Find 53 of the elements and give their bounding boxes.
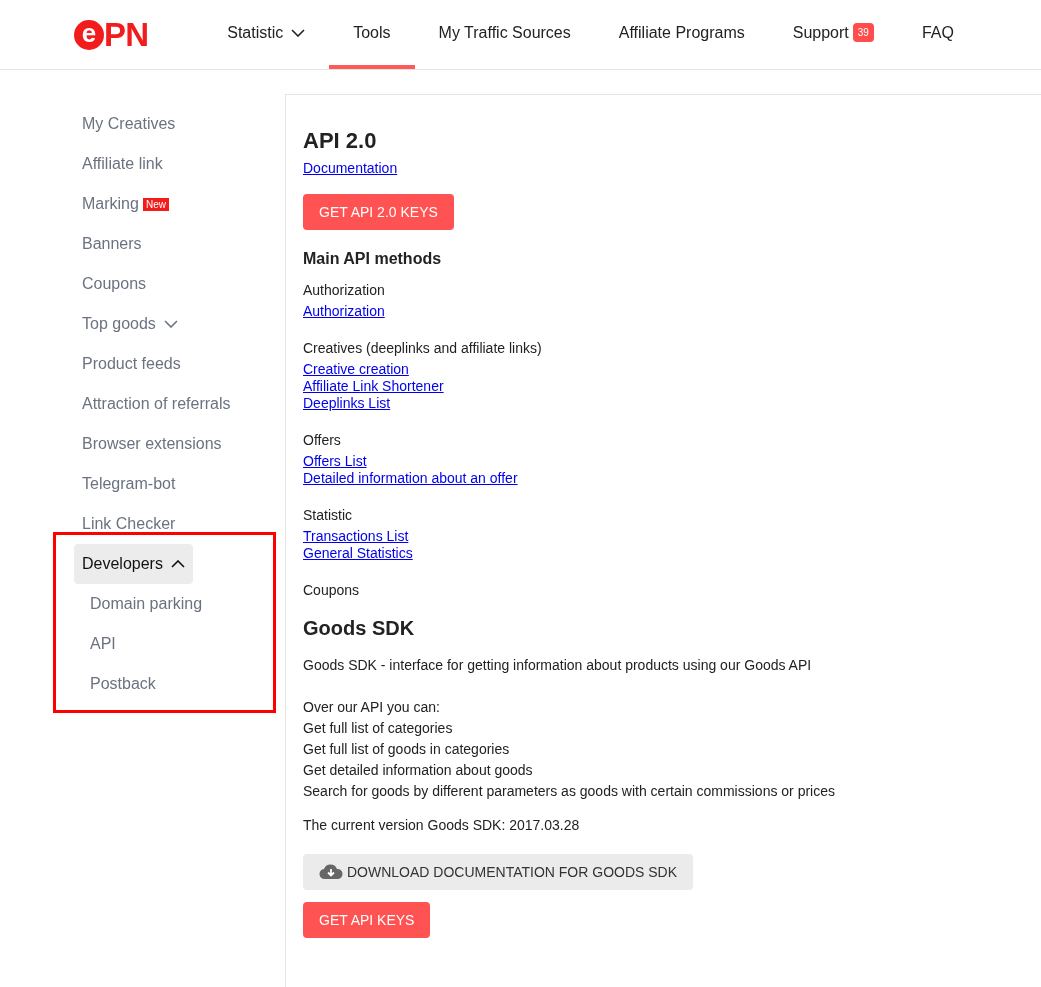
sidebar-item[interactable]: Top goods [74, 304, 186, 344]
nav-tab[interactable]: Tools [329, 0, 415, 69]
method-group-title: Statistic [303, 506, 353, 524]
sidebar-item[interactable]: Telegram-bot [74, 464, 184, 504]
chevron-up-icon [170, 560, 185, 568]
sidebar-item[interactable]: Browser extensions [74, 424, 230, 464]
download-button[interactable]: DOWNLOAD DOCUMENTATION FOR GOODS SDK [303, 854, 694, 890]
feature-line: Over our API you can: [303, 698, 441, 717]
logo[interactable]: e PN [74, 0, 149, 69]
cloud-download-icon [319, 864, 343, 880]
section-title: API 2.0 [303, 127, 378, 155]
count-badge: 39 [852, 23, 874, 42]
sidebar-item[interactable]: My Creatives [74, 104, 184, 144]
sidebar-subitem[interactable]: Domain parking [82, 584, 211, 624]
nav-tab[interactable]: Affiliate Programs [594, 0, 769, 69]
sidebar-item[interactable]: Banners [74, 224, 150, 264]
method-group-title: Offers [303, 431, 342, 449]
sidebar-item[interactable]: Developers [74, 544, 193, 584]
method-link[interactable]: Detailed information about an offer [303, 470, 518, 487]
sidebar-item[interactable]: Link Checker [74, 504, 184, 544]
sidebar-item[interactable]: Attraction of referrals [74, 384, 239, 424]
method-group-title: Creatives (deeplinks and affiliate links) [303, 339, 543, 357]
nav-tab[interactable]: Statistic [203, 0, 330, 69]
method-link[interactable]: General Statistics [303, 545, 413, 562]
description-text: Goods SDK - interface for getting information about products using our Goods API [303, 656, 813, 674]
feature-line: Get full list of categories [303, 719, 454, 738]
chevron-down-icon [163, 320, 178, 328]
feature-line: Search for goods by different parameters as goods with certain commissions or prices [303, 782, 836, 801]
feature-line: Get full list of goods in categories [303, 740, 511, 759]
method-link[interactable]: Transactions List [303, 528, 409, 545]
sidebar-item[interactable]: Affiliate link [74, 144, 171, 184]
sidebar-subitem[interactable]: API [82, 624, 124, 664]
method-link[interactable]: Creative creation [303, 361, 409, 378]
method-link[interactable]: Authorization [303, 303, 385, 320]
chevron-down-icon [291, 28, 306, 37]
subsection-title: Main API methods [303, 249, 443, 269]
feature-line: Get detailed information about goods [303, 761, 534, 780]
method-link[interactable]: Offers List [303, 453, 367, 470]
method-link[interactable]: Affiliate Link Shortener [303, 378, 444, 395]
method-group-title: Coupons [303, 581, 361, 599]
sidebar-item[interactable]: Coupons [74, 264, 155, 304]
new-badge: New [142, 197, 169, 211]
sidebar-item[interactable]: Product feeds [74, 344, 189, 384]
version-text: The current version Goods SDK: 2017.03.28 [303, 816, 581, 834]
method-group-title: Authorization [303, 281, 386, 299]
nav-tab[interactable]: My Traffic Sources [414, 0, 595, 69]
nav-tab[interactable]: Support 39 [768, 0, 898, 69]
method-link[interactable]: Deeplinks List [303, 395, 391, 412]
nav-tab[interactable]: FAQ [897, 0, 978, 69]
sidebar-item[interactable]: Marking New [74, 184, 177, 224]
documentation-link[interactable]: Documentation [303, 159, 398, 177]
sidebar-subitem[interactable]: Postback [82, 664, 164, 704]
section-title: Goods SDK [303, 616, 416, 641]
